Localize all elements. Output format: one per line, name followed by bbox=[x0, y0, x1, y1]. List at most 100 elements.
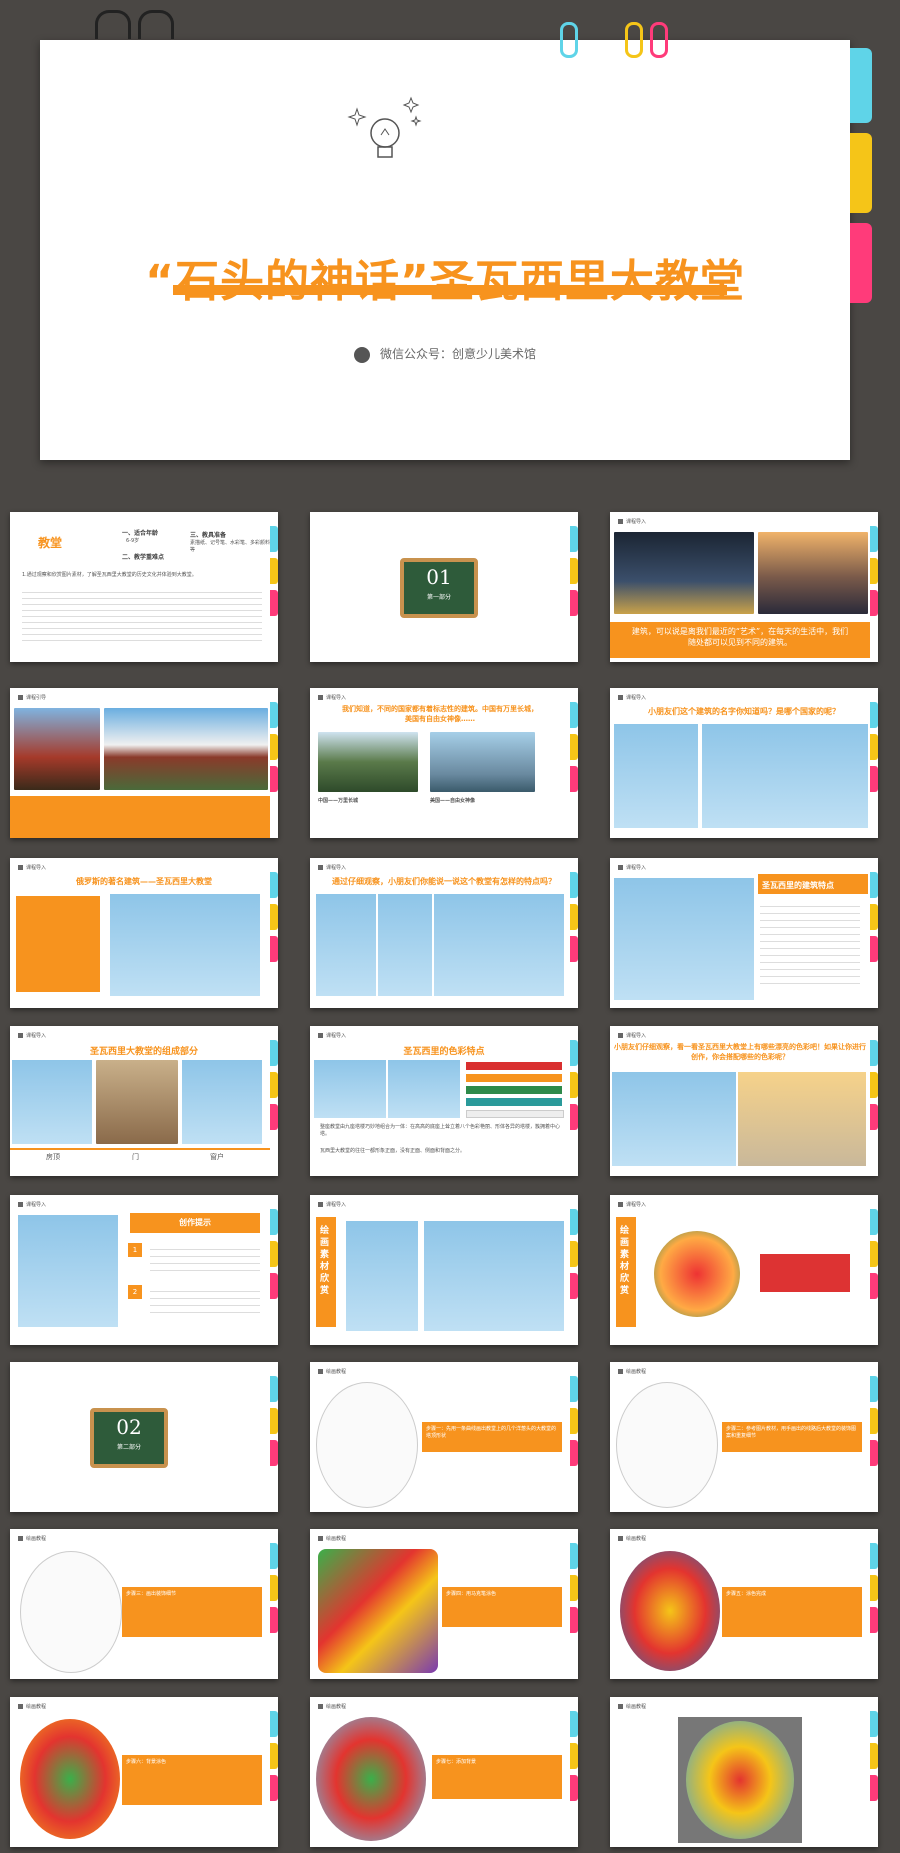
slide-heading: 俄罗斯的著名建筑——圣瓦西里大教堂 bbox=[76, 877, 212, 886]
colored-drawing bbox=[20, 1719, 120, 1839]
slide-heading: 通过仔细观察，小朋友们你能说一说这个教堂有怎样的特点吗？ bbox=[332, 877, 556, 886]
slide-thumbnail[interactable]: 绘画教程 步骤七：添加背景 bbox=[310, 1697, 578, 1847]
slide-thumbnail[interactable]: 绘画教程 步骤四：用马克笔涂色 bbox=[310, 1529, 578, 1679]
cathedral-photo bbox=[424, 1221, 564, 1331]
slide-thumbnail[interactable]: 课程引导 bbox=[10, 688, 278, 838]
lightbulb-icon bbox=[347, 96, 422, 158]
potala-photo bbox=[104, 708, 268, 790]
binder-clip-icon bbox=[95, 10, 131, 39]
colored-drawing bbox=[318, 1549, 438, 1673]
cathedral-photo bbox=[346, 1221, 418, 1331]
slide-thumbnail[interactable]: 课程导入 圣瓦西里的色彩特点 整座教堂由九座塔楼巧妙地组合为一体：在高高的底座上… bbox=[310, 1026, 578, 1176]
slide-heading: 创作提示 bbox=[179, 1218, 211, 1227]
slide-thumbnail[interactable]: 课程导入 圣瓦西里的建筑特点 bbox=[610, 858, 878, 1008]
tab-yellow bbox=[850, 133, 872, 213]
slide-thumbnail[interactable]: 教堂 一、适合年龄 三、教具准备 二、教学重难点 6-9岁 素描纸、记号笔、水彩… bbox=[10, 512, 278, 662]
slide-heading: 圣瓦西里的建筑特点 bbox=[762, 881, 834, 890]
slide-heading: 教堂 bbox=[38, 536, 63, 550]
item-label: 三、教具准备 bbox=[190, 532, 227, 539]
cathedral-photo bbox=[110, 894, 260, 996]
color-swatch-green bbox=[466, 1086, 562, 1094]
slide-thumbnail[interactable]: 课程导入 圣瓦西里大教堂的组成部分 房顶 门 窗户 bbox=[10, 1026, 278, 1176]
slide-thumbnail[interactable]: 01 第一部分 bbox=[310, 512, 578, 662]
slide-thumbnail[interactable]: 课程导入 绘画素材欣赏 bbox=[610, 1195, 878, 1345]
step-text: 步骤一：先用一条曲线画出教堂上的几个洋葱头的大教堂的塔顶形状 bbox=[426, 1426, 557, 1439]
slide-thumbnail[interactable]: 课程导入 小朋友们仔细观察，看一看圣瓦西里大教堂上有哪些漂亮的色彩吧！如果让你进… bbox=[610, 1026, 878, 1176]
paperclip-pink-icon bbox=[650, 22, 668, 58]
user-icon bbox=[353, 346, 370, 363]
color-swatch-red bbox=[466, 1062, 562, 1070]
tab-cyan bbox=[850, 48, 872, 123]
city-photo bbox=[758, 532, 868, 614]
body-text: 1.通过观察和欣赏图片素材，了解圣瓦西里大教堂的历史文化并体验到大教堂。 bbox=[22, 572, 197, 578]
slide-thumbnail[interactable]: 02 第二部分 bbox=[10, 1362, 278, 1512]
caption-text: 建筑，可以说是离我们最近的“艺术”，在每天的生活中，我们随处都可以见到不同的建筑… bbox=[631, 627, 849, 647]
statue-liberty-photo bbox=[430, 732, 535, 792]
slide-thumbnail[interactable]: 绘画教程 步骤二：参考图片教材，用手画出的线路后大教堂的装饰图案和重复细节 bbox=[610, 1362, 878, 1512]
cathedral-photo bbox=[612, 1072, 736, 1166]
great-wall-photo bbox=[318, 732, 418, 792]
wechat-subtitle: 微信公众号：创意少儿美术馆 bbox=[40, 345, 850, 363]
cathedral-photo bbox=[434, 894, 564, 996]
color-swatch-white bbox=[466, 1110, 564, 1118]
binder-clip-icon bbox=[138, 10, 174, 39]
cathedral-drawing bbox=[760, 1225, 850, 1321]
palace-photo bbox=[14, 708, 100, 790]
cathedral-photo bbox=[12, 1060, 92, 1144]
cathedral-photo bbox=[614, 724, 698, 828]
text-box bbox=[16, 896, 100, 992]
slide-thumbnail[interactable]: 课程导入 俄罗斯的著名建筑——圣瓦西里大教堂 bbox=[10, 858, 278, 1008]
age-text: 6-9岁 bbox=[126, 538, 140, 544]
cathedral-drawing bbox=[654, 1231, 740, 1317]
slide-thumbnail[interactable]: 课程导入 小朋友们这个建筑的名字你知道吗？是哪个国家的呢？ bbox=[610, 688, 878, 838]
cathedral-photo bbox=[738, 1072, 866, 1166]
tab-pink bbox=[850, 223, 872, 303]
step-text: 步骤三：画出装饰细节 bbox=[126, 1591, 177, 1597]
slide-thumbnail[interactable]: 课程导入 创作提示 1 2 bbox=[10, 1195, 278, 1345]
cathedral-photo bbox=[388, 1060, 460, 1118]
colored-drawing bbox=[316, 1717, 426, 1841]
cathedral-photo bbox=[314, 1060, 386, 1118]
side-label: 绘画素材欣赏 bbox=[320, 1226, 330, 1296]
step-text: 步骤五：涂色完成 bbox=[726, 1591, 767, 1597]
chalkboard: 01 第一部分 bbox=[400, 558, 478, 618]
step-text: 步骤七：添加背景 bbox=[436, 1759, 477, 1765]
paperclip-cyan-icon bbox=[560, 22, 578, 58]
color-swatch-orange bbox=[466, 1074, 562, 1082]
title-underline bbox=[173, 285, 727, 295]
cathedral-photo bbox=[702, 724, 868, 828]
side-label: 绘画素材欣赏 bbox=[620, 1226, 630, 1296]
city-photo bbox=[614, 532, 754, 614]
tools-text: 素描纸、记号笔、水彩笔、多彩颜料等 bbox=[190, 540, 271, 553]
cathedral-photo bbox=[182, 1060, 262, 1144]
final-artwork-circle bbox=[686, 1721, 794, 1839]
step-text: 步骤六：背景涂色 bbox=[126, 1759, 167, 1765]
slide-thumbnail[interactable]: 绘画教程 步骤五：涂色完成 bbox=[610, 1529, 878, 1679]
colored-drawing bbox=[620, 1551, 720, 1671]
cathedral-photo bbox=[378, 894, 432, 996]
slide-thumbnail[interactable]: 绘画教程 步骤一：先用一条曲线画出教堂上的几个洋葱头的大教堂的塔顶形状 bbox=[310, 1362, 578, 1512]
slide-thumbnail[interactable]: 课程导入 绘画素材欣赏 bbox=[310, 1195, 578, 1345]
slide-thumbnail[interactable]: 绘画教程 步骤六：背景涂色 bbox=[10, 1697, 278, 1847]
cathedral-photo bbox=[18, 1215, 118, 1327]
slide-heading: 圣瓦西里大教堂的组成部分 bbox=[89, 1047, 198, 1057]
slide-thumbnail[interactable]: 绘画教程 步骤三：画出装饰细节 bbox=[10, 1529, 278, 1679]
cathedral-photo bbox=[316, 894, 376, 996]
slide-thumbnail[interactable]: 课程导入 我们知道，不同的国家都有着标志性的建筑。中国有万里长城，美国有自由女神… bbox=[310, 688, 578, 838]
caption-box bbox=[10, 796, 270, 838]
sketch-circle bbox=[20, 1551, 122, 1673]
chalkboard: 02 第二部分 bbox=[90, 1408, 168, 1468]
color-swatch-teal bbox=[466, 1098, 562, 1106]
slide-heading: 小朋友们这个建筑的名字你知道吗？是哪个国家的呢？ bbox=[648, 707, 840, 716]
slide-thumbnail[interactable]: 课程导入 建筑，可以说是离我们最近的“艺术”，在每天的生活中，我们随处都可以见到… bbox=[610, 512, 878, 662]
step-text: 步骤二：参考图片教材，用手画出的线路后大教堂的装饰图案和重复细节 bbox=[726, 1426, 857, 1439]
slide-heading: 小朋友们仔细观察，看一看圣瓦西里大教堂上有哪些漂亮的色彩吧！如果让你进行创作，你… bbox=[614, 1043, 866, 1061]
slide-thumbnail[interactable]: 课程导入 通过仔细观察，小朋友们你能说一说这个教堂有怎样的特点吗？ bbox=[310, 858, 578, 1008]
item-label: 二、教学重难点 bbox=[122, 554, 165, 561]
sketch-circle bbox=[616, 1382, 718, 1508]
slide-thumbnail[interactable]: 绘画教程 bbox=[610, 1697, 878, 1847]
slide-heading: 圣瓦西里的色彩特点 bbox=[403, 1047, 485, 1057]
sketch-circle bbox=[316, 1382, 418, 1508]
step-text: 步骤四：用马克笔涂色 bbox=[446, 1591, 497, 1597]
item-label: 一、适合年龄 bbox=[122, 530, 159, 537]
